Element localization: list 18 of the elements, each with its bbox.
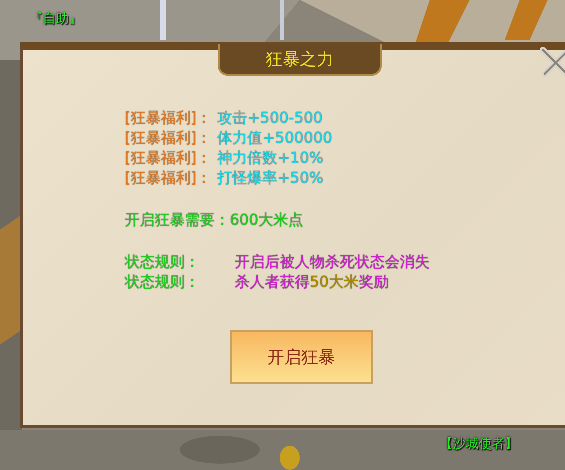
npc-name-label: 『自助』	[30, 11, 82, 28]
benefit-value: 打怪爆率+50%	[218, 168, 324, 188]
rule-text: 开启后被人物杀死状态会消失	[235, 252, 430, 272]
benefit-label: [狂暴福利]：	[125, 148, 212, 168]
dialog-title: 狂暴之力	[218, 44, 382, 76]
npc-name-label: 【沙城使者】	[440, 436, 518, 453]
benefit-value: 神力倍数+10%	[218, 148, 324, 168]
benefit-value: 攻击+500-500	[218, 108, 323, 128]
rule-label: 状态规则：	[125, 272, 201, 292]
close-icon[interactable]	[539, 46, 565, 80]
requirement-text: 开启狂暴需要：600大米点	[125, 210, 305, 230]
activate-button[interactable]: 开启狂暴	[230, 330, 373, 384]
benefit-label: [狂暴福利]：	[125, 128, 212, 148]
benefit-label: [狂暴福利]：	[125, 168, 212, 188]
benefit-label: [狂暴福利]：	[125, 108, 212, 128]
rule-text: 杀人者获得50大米奖励	[235, 272, 390, 292]
rule-label: 状态规则：	[125, 252, 201, 272]
benefit-value: 体力值+500000	[218, 128, 333, 148]
